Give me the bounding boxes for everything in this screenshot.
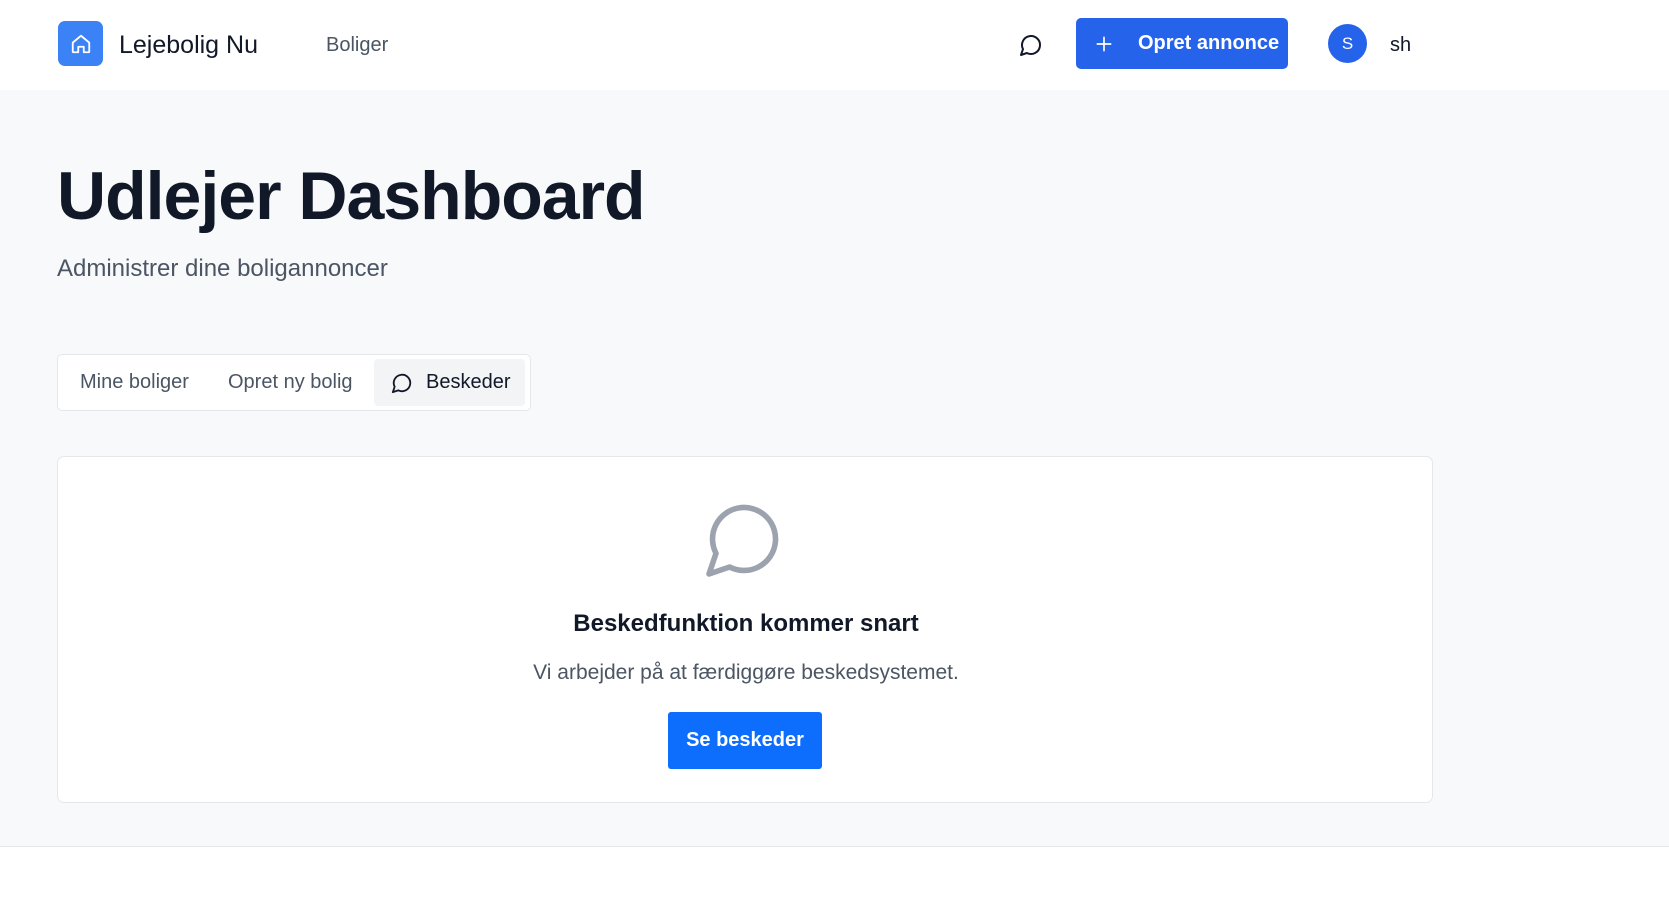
home-icon [71, 34, 90, 53]
create-listing-label: Opret annonce [1138, 32, 1280, 54]
tab-opret-ny-bolig[interactable]: Opret ny bolig [228, 359, 353, 406]
dashboard-tabs: Mine boliger Opret ny bolig Beskeder [57, 354, 531, 411]
message-circle-icon [1020, 35, 1041, 56]
avatar[interactable]: S [1328, 24, 1367, 63]
message-circle-icon [702, 497, 786, 581]
tab-label: Opret ny bolig [228, 371, 353, 393]
top-navigation-bar: Lejebolig Nu Boliger Opret annonce S sh [0, 0, 1669, 90]
tab-beskeder[interactable]: Beskeder [374, 359, 525, 406]
card-title: Beskedfunktion kommer snart [573, 610, 919, 637]
footer-area [0, 847, 1669, 906]
logo[interactable] [58, 21, 103, 66]
brand-name[interactable]: Lejebolig Nu [119, 30, 258, 60]
message-circle-icon [391, 372, 413, 394]
nav-link-boliger[interactable]: Boliger [326, 34, 388, 56]
page-subtitle: Administrer dine boligannoncer [57, 255, 388, 282]
plus-icon [1094, 34, 1114, 54]
tab-label: Beskeder [426, 371, 511, 393]
messages-button[interactable] [1014, 28, 1048, 62]
username[interactable]: sh [1390, 34, 1411, 56]
card-text: Vi arbejder på at færdiggøre beskedsyste… [533, 661, 959, 684]
page-title: Udlejer Dashboard [57, 158, 646, 234]
tab-label: Mine boliger [80, 371, 189, 393]
messages-placeholder-card: Beskedfunktion kommer snart Vi arbejder … [57, 456, 1433, 803]
create-listing-button[interactable]: Opret annonce [1076, 18, 1288, 69]
tab-mine-boliger[interactable]: Mine boliger [80, 359, 189, 406]
see-messages-button[interactable]: Se beskeder [668, 712, 822, 769]
